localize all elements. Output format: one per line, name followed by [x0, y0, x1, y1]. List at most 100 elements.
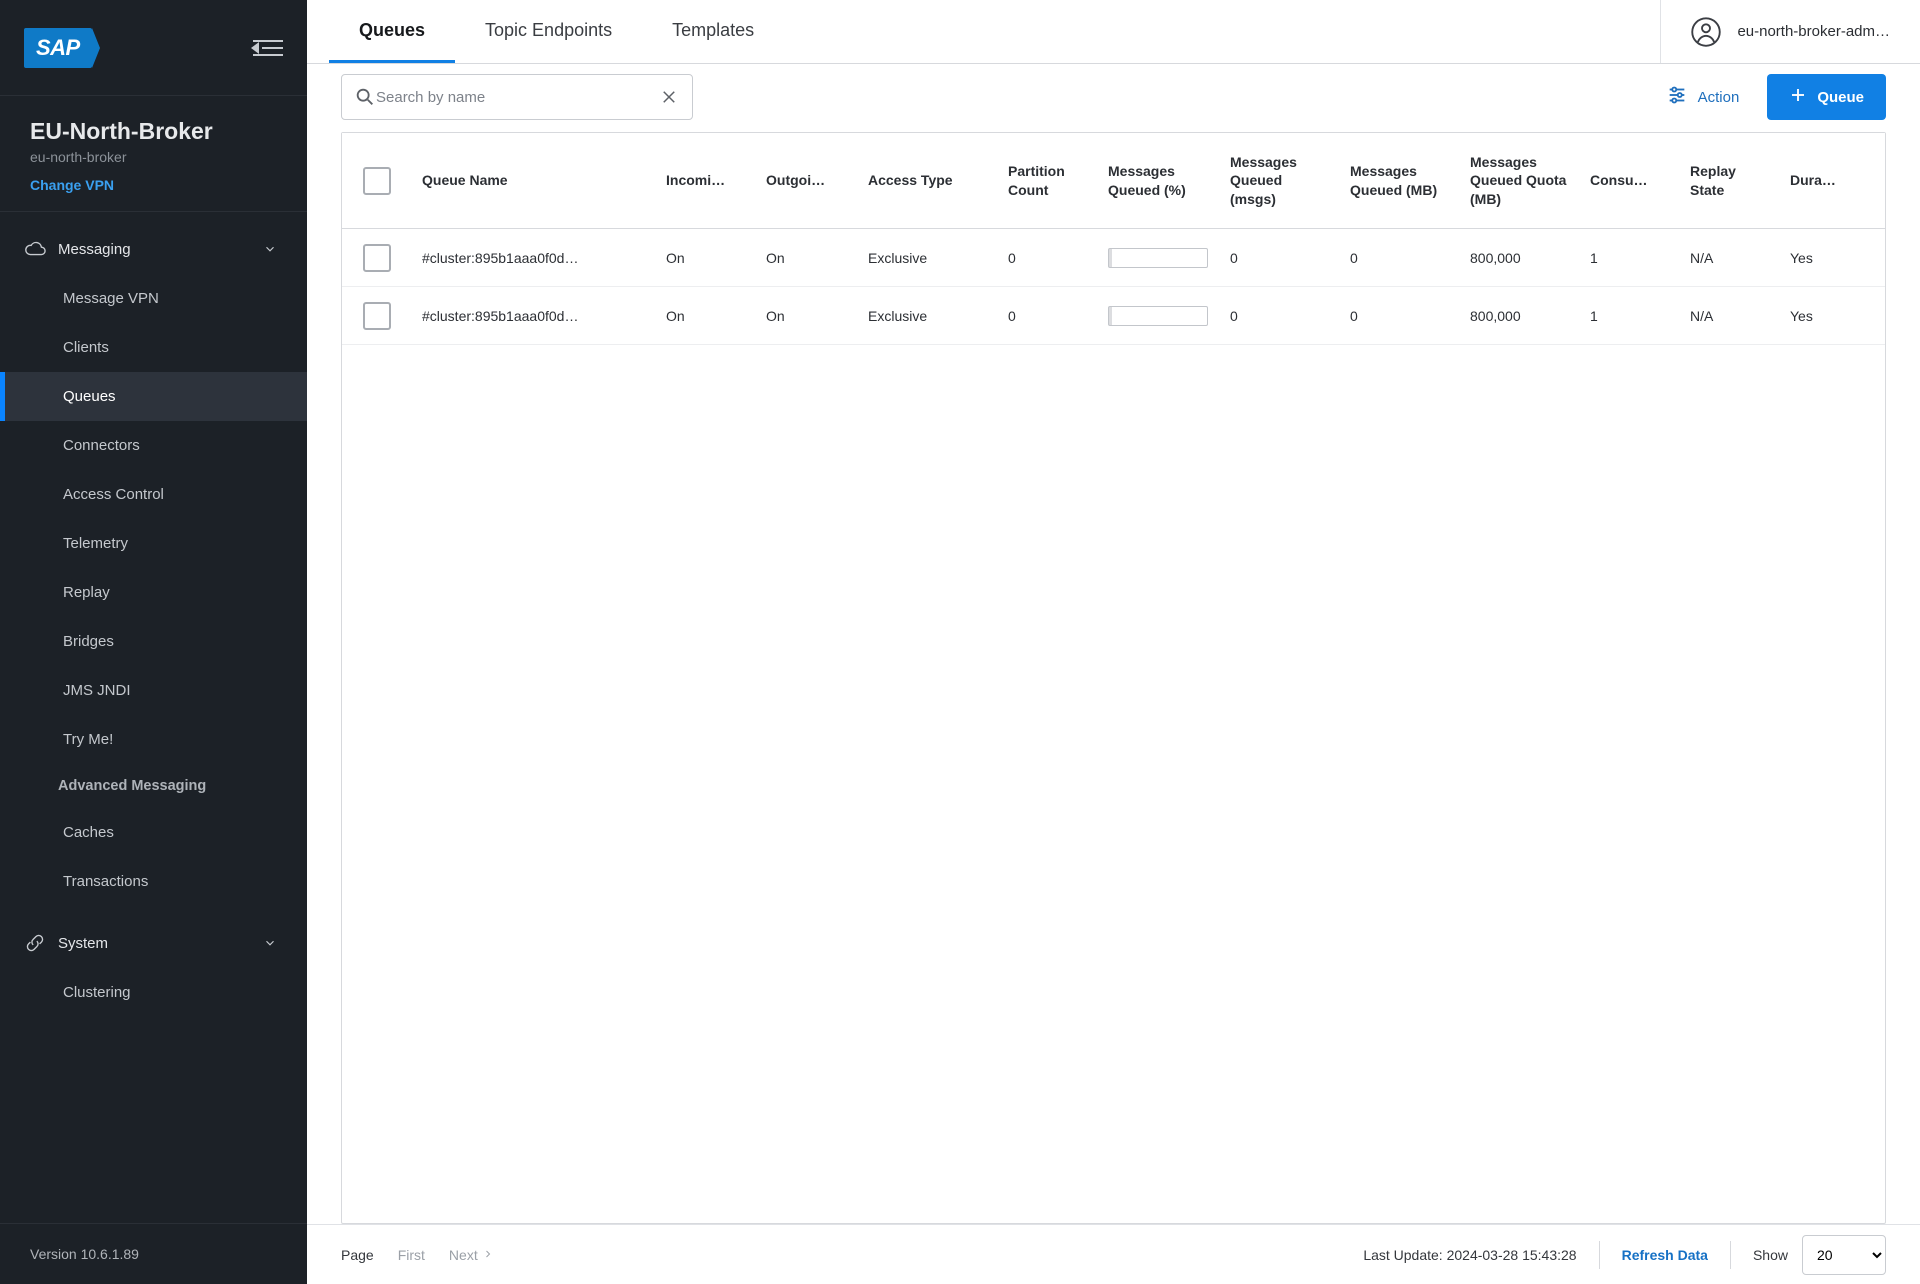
cell-incoming: On — [656, 250, 756, 266]
header-partition-count[interactable]: Partition Count — [998, 162, 1098, 198]
cell-replay-state: N/A — [1680, 250, 1780, 266]
header-access-type[interactable]: Access Type — [858, 171, 998, 189]
cell-consumers: 1 — [1580, 250, 1680, 266]
sidebar-item-jms-jndi[interactable]: JMS JNDI — [0, 666, 307, 715]
header-quota-mb[interactable]: Messages Queued Quota (MB) — [1460, 153, 1580, 208]
section-system-label: System — [58, 935, 108, 952]
sidebar-item-label: Access Control — [63, 486, 164, 503]
sidebar-item-clustering[interactable]: Clustering — [0, 968, 307, 1017]
user-label: eu-north-broker-adm… — [1737, 23, 1890, 40]
sidebar-item-bridges[interactable]: Bridges — [0, 617, 307, 666]
header-durable[interactable]: Dura… — [1780, 171, 1860, 189]
logo[interactable]: SAP — [24, 28, 92, 68]
cell-access-type: Exclusive — [858, 250, 998, 266]
sidebar-item-label: Queues — [63, 388, 116, 405]
sidebar-item-caches[interactable]: Caches — [0, 808, 307, 857]
sidebar-item-clients[interactable]: Clients — [0, 323, 307, 372]
sidebar-item-label: Replay — [63, 584, 110, 601]
chevron-down-icon — [263, 936, 277, 950]
logo-text: SAP — [24, 28, 92, 68]
tab-topic-endpoints[interactable]: Topic Endpoints — [455, 0, 642, 63]
cell-incoming: On — [656, 308, 756, 324]
table-header: Queue Name Incomi… Outgoi… Access Type P… — [342, 133, 1885, 229]
header-incoming[interactable]: Incomi… — [656, 171, 756, 189]
sidebar-item-transactions[interactable]: Transactions — [0, 857, 307, 906]
cell-queued-mb: 0 — [1340, 308, 1460, 324]
clear-icon[interactable] — [658, 86, 680, 108]
link-icon — [22, 932, 48, 954]
header-outgoing[interactable]: Outgoi… — [756, 171, 858, 189]
section-messaging-label: Messaging — [58, 241, 131, 258]
footer: Page First Next Last Update: 2024-03-28 … — [307, 1224, 1920, 1284]
sidebar-item-connectors[interactable]: Connectors — [0, 421, 307, 470]
cell-replay-state: N/A — [1680, 308, 1780, 324]
sidebar-item-message-vpn[interactable]: Message VPN — [0, 274, 307, 323]
section-system[interactable]: System — [0, 916, 307, 968]
pagination-next[interactable]: Next — [449, 1247, 494, 1263]
row-checkbox[interactable] — [363, 244, 391, 272]
search-icon — [354, 86, 376, 108]
cell-durable: Yes — [1780, 250, 1860, 266]
progress-bar — [1108, 306, 1208, 326]
sidebar-sublabel-advanced: Advanced Messaging — [0, 764, 307, 808]
sidebar: SAP EU-North-Broker eu-north-broker Chan… — [0, 0, 307, 1284]
sidebar-item-replay[interactable]: Replay — [0, 568, 307, 617]
section-messaging[interactable]: Messaging — [0, 222, 307, 274]
change-vpn-link[interactable]: Change VPN — [30, 177, 277, 193]
broker-title: EU-North-Broker — [30, 118, 277, 145]
table-row[interactable]: #cluster:895b1aaa0f0d… On On Exclusive 0… — [342, 229, 1885, 287]
show-select[interactable]: 20 — [1802, 1235, 1886, 1275]
header-consumers[interactable]: Consu… — [1580, 171, 1680, 189]
sidebar-item-label: Connectors — [63, 437, 140, 454]
tab-label: Templates — [672, 20, 754, 41]
main-content: Queues Topic Endpoints Templates eu-nort… — [307, 0, 1920, 1284]
tabs: Queues Topic Endpoints Templates — [307, 0, 784, 63]
sidebar-item-label: Bridges — [63, 633, 114, 650]
refresh-data-link[interactable]: Refresh Data — [1622, 1247, 1708, 1263]
plus-icon — [1789, 86, 1807, 108]
sidebar-item-label: Clustering — [63, 984, 131, 1001]
table-row[interactable]: #cluster:895b1aaa0f0d… On On Exclusive 0… — [342, 287, 1885, 345]
header-queued-mb[interactable]: Messages Queued (MB) — [1340, 162, 1460, 198]
sidebar-nav: Messaging Message VPN Clients Queues Con… — [0, 212, 307, 1223]
pagination-first[interactable]: First — [398, 1247, 425, 1263]
toolbar: Action Queue — [307, 64, 1920, 132]
tab-queues[interactable]: Queues — [329, 0, 455, 63]
cell-access-type: Exclusive — [858, 308, 998, 324]
tab-templates[interactable]: Templates — [642, 0, 784, 63]
cell-queued-msgs: 0 — [1220, 308, 1340, 324]
sidebar-item-try-me[interactable]: Try Me! — [0, 715, 307, 764]
user-icon — [1691, 17, 1721, 47]
header-queued-msgs[interactable]: Messages Queued (msgs) — [1220, 153, 1340, 208]
search-box[interactable] — [341, 74, 693, 120]
action-label: Action — [1698, 89, 1740, 106]
header-replay-state[interactable]: Replay State — [1680, 162, 1780, 198]
action-button[interactable]: Action — [1652, 74, 1754, 120]
cell-name: #cluster:895b1aaa0f0d… — [412, 308, 656, 324]
user-menu[interactable]: eu-north-broker-adm… — [1660, 0, 1920, 63]
search-input[interactable] — [376, 89, 658, 106]
sidebar-item-access-control[interactable]: Access Control — [0, 470, 307, 519]
page-label: Page — [341, 1247, 374, 1263]
sidebar-item-label: Telemetry — [63, 535, 128, 552]
chevron-down-icon — [263, 242, 277, 256]
cell-durable: Yes — [1780, 308, 1860, 324]
sidebar-item-telemetry[interactable]: Telemetry — [0, 519, 307, 568]
cell-quota-mb: 800,000 — [1460, 250, 1580, 266]
cell-queued-pct — [1098, 306, 1220, 326]
header-queued-pct[interactable]: Messages Queued (%) — [1098, 162, 1220, 198]
sidebar-item-queues[interactable]: Queues — [0, 372, 307, 421]
create-queue-button[interactable]: Queue — [1767, 74, 1886, 120]
cell-queued-msgs: 0 — [1220, 250, 1340, 266]
broker-subtitle: eu-north-broker — [30, 149, 277, 165]
row-checkbox[interactable] — [363, 302, 391, 330]
collapse-sidebar-icon[interactable] — [253, 40, 283, 56]
cell-quota-mb: 800,000 — [1460, 308, 1580, 324]
chevron-right-icon — [482, 1247, 494, 1263]
queues-table: Queue Name Incomi… Outgoi… Access Type P… — [341, 132, 1886, 1224]
cell-name: #cluster:895b1aaa0f0d… — [412, 250, 656, 266]
sidebar-item-label: Message VPN — [63, 290, 159, 307]
sidebar-item-label: Caches — [63, 824, 114, 841]
select-all-checkbox[interactable] — [363, 167, 391, 195]
header-queue-name[interactable]: Queue Name — [412, 171, 656, 189]
